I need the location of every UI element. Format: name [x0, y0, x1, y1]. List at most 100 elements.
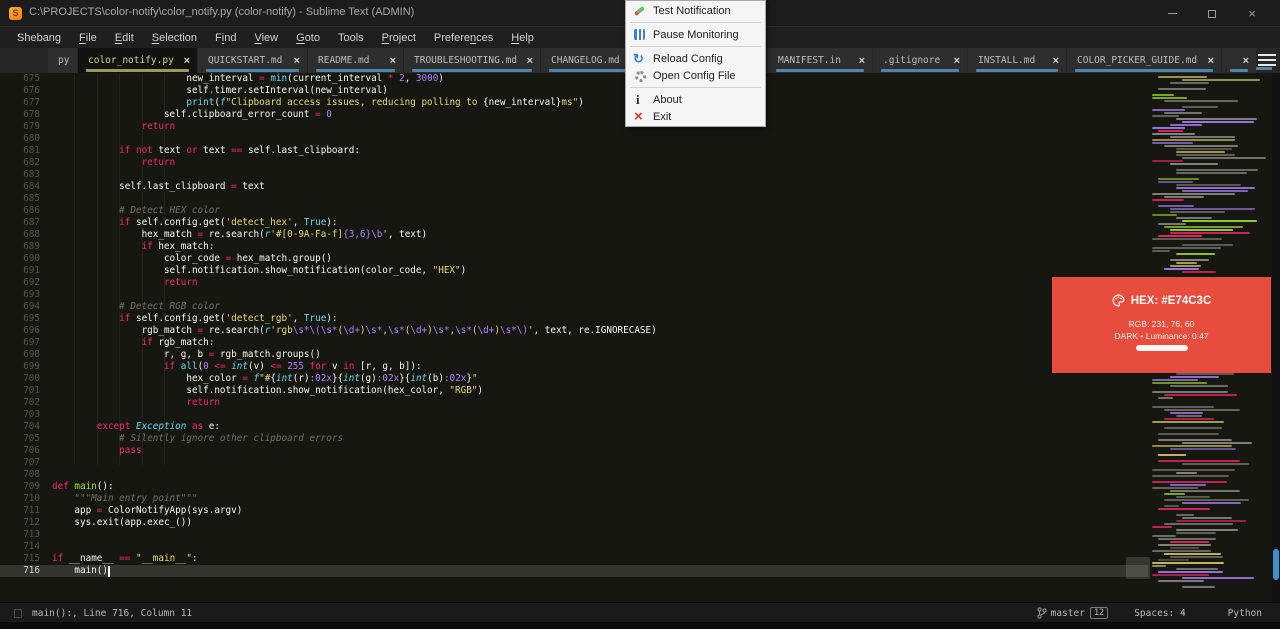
menu-item-label: Exit — [653, 110, 672, 123]
color-notification-toast[interactable]: HEX: #E74C3C RGB: 231, 76, 60 DARK • Lum… — [1052, 277, 1271, 373]
text-caret — [108, 566, 110, 577]
code-line-698[interactable]: 698 r, g, b = rgb_match.groups() — [0, 349, 1148, 361]
code-line-676[interactable]: 676 self.timer.setInterval(new_interval) — [0, 85, 1148, 97]
code-line-678[interactable]: 678 self.clipboard_error_count = 0 — [0, 109, 1148, 121]
code-line-682[interactable]: 682 return — [0, 157, 1148, 169]
tab-close-icon[interactable]: × — [954, 55, 960, 67]
menu-project[interactable]: Project — [373, 32, 425, 44]
minimap-viewport-puck[interactable] — [1126, 557, 1150, 579]
menu-preferences[interactable]: Preferences — [425, 32, 502, 44]
menu-file[interactable]: File — [70, 32, 106, 44]
tab-close-icon[interactable]: × — [1208, 55, 1214, 67]
menu-item-label: Test Notification — [653, 4, 731, 17]
menu-edit[interactable]: Edit — [106, 32, 143, 44]
code-line-702[interactable]: 702 return — [0, 397, 1148, 409]
tab-close-icon[interactable]: × — [527, 55, 533, 67]
code-line-693[interactable]: 693 — [0, 289, 1148, 301]
code-line-684[interactable]: 684 self.last_clipboard = text — [0, 181, 1148, 193]
menu-item-test-notification[interactable]: Test Notification — [626, 2, 765, 19]
code-text: main() — [74, 565, 108, 576]
menu-item-reload-config[interactable]: Reload Config — [626, 50, 765, 67]
tab-close-icon[interactable]: × — [184, 55, 190, 67]
code-line-679[interactable]: 679 return — [0, 121, 1148, 133]
menu-item-about[interactable]: About — [626, 91, 765, 108]
git-branch[interactable]: master 12 — [1037, 607, 1109, 619]
tab-troubleshooting-md[interactable]: TROUBLESHOOTING.md × — [404, 48, 540, 73]
code-line-691[interactable]: 691 self.notification.show_notification(… — [0, 265, 1148, 277]
minimap-line — [1176, 568, 1218, 570]
indentation-status[interactable]: Spaces: 4 — [1134, 608, 1185, 619]
maximize-button[interactable] — [1192, 0, 1232, 27]
code-line-716[interactable]: 716 main() — [0, 565, 1148, 577]
tab-blank[interactable]: × — [1222, 48, 1256, 73]
menu-shebang[interactable]: Shebang — [8, 32, 70, 44]
syntax-status[interactable]: Python — [1228, 608, 1262, 619]
code-line-700[interactable]: 700 hex_color = f"#{int(r):02x}{int(g):0… — [0, 373, 1148, 385]
code-line-712[interactable]: 712 sys.exit(app.exec_()) — [0, 517, 1148, 529]
code-line-685[interactable]: 685 — [0, 193, 1148, 205]
code-line-707[interactable]: 707 — [0, 457, 1148, 469]
menu-find[interactable]: Find — [206, 32, 245, 44]
minimap-line — [1152, 214, 1177, 216]
tab-close-icon[interactable]: × — [390, 55, 396, 67]
menu-view[interactable]: View — [245, 32, 287, 44]
tab-color-picker-guide-md[interactable]: COLOR_PICKER_GUIDE.md × — [1067, 48, 1221, 73]
code-line-710[interactable]: 710 """Main entry point""" — [0, 493, 1148, 505]
tab-quickstart-md[interactable]: QUICKSTART.md × — [198, 48, 307, 73]
code-line-701[interactable]: 701 self.notification.show_notification(… — [0, 385, 1148, 397]
close-button[interactable]: × — [1232, 0, 1272, 27]
tab-close-icon[interactable]: × — [859, 55, 865, 67]
code-line-692[interactable]: 692 return — [0, 277, 1148, 289]
tab-close-icon[interactable]: × — [1243, 55, 1249, 67]
code-line-697[interactable]: 697 if rgb_match: — [0, 337, 1148, 349]
code-line-683[interactable]: 683 — [0, 169, 1148, 181]
cursor-position-status[interactable]: main():, Line 716, Column 11 — [32, 608, 192, 619]
code-line-681[interactable]: 681 if not text or text == self.last_cli… — [0, 145, 1148, 157]
code-line-687[interactable]: 687 if self.config.get('detect_hex', Tru… — [0, 217, 1148, 229]
menu-tools[interactable]: Tools — [329, 32, 373, 44]
minimize-button[interactable] — [1152, 0, 1192, 27]
code-line-703[interactable]: 703 — [0, 409, 1148, 421]
code-line-677[interactable]: 677 print(f"Clipboard access issues, red… — [0, 97, 1148, 109]
menu-item-open-config-file[interactable]: Open Config File — [626, 67, 765, 84]
tab-close-icon[interactable]: × — [1053, 55, 1059, 67]
menu-goto[interactable]: Goto — [287, 32, 329, 44]
minimap-line — [1152, 247, 1221, 249]
tab-py[interactable]: py — [48, 48, 77, 73]
tab-readme-md[interactable]: README.md × — [308, 48, 403, 73]
code-line-675[interactable]: 675 new_interval = min(current_interval … — [0, 73, 1148, 85]
code-line-706[interactable]: 706 pass — [0, 445, 1148, 457]
code-line-696[interactable]: 696 rgb_match = re.search(r'rgb\s*\(\s*(… — [0, 325, 1148, 337]
tab-overflow-icon[interactable] — [1258, 54, 1276, 67]
scrollbar-thumb[interactable] — [1273, 549, 1279, 580]
code-line-689[interactable]: 689 if hex_match: — [0, 241, 1148, 253]
minimap-line — [1170, 490, 1240, 492]
code-line-686[interactable]: 686 # Detect HEX color — [0, 205, 1148, 217]
tab-color-notify-py[interactable]: color_notify.py × — [78, 48, 197, 73]
code-line-705[interactable]: 705 # Silently ignore other clipboard er… — [0, 433, 1148, 445]
code-line-708[interactable]: 708 — [0, 469, 1148, 481]
scrollbar-track[interactable] — [1272, 73, 1280, 602]
tab-close-icon[interactable]: × — [294, 55, 300, 67]
code-lines[interactable]: 675 new_interval = min(current_interval … — [0, 73, 1148, 577]
code-line-694[interactable]: 694 # Detect RGB color — [0, 301, 1148, 313]
code-line-699[interactable]: 699 if all(0 <= int(v) <= 255 for v in [… — [0, 361, 1148, 373]
code-line-680[interactable]: 680 — [0, 133, 1148, 145]
menu-item-exit[interactable]: Exit — [626, 108, 765, 125]
code-line-715[interactable]: 715 if __name__ == "__main__": — [0, 553, 1148, 565]
code-line-709[interactable]: 709 def main(): — [0, 481, 1148, 493]
menu-help[interactable]: Help — [502, 32, 543, 44]
code-text: def main(): — [52, 481, 114, 492]
menu-item-pause-monitoring[interactable]: Pause Monitoring — [626, 26, 765, 43]
menu-selection[interactable]: Selection — [143, 32, 206, 44]
code-line-704[interactable]: 704 except Exception as e: — [0, 421, 1148, 433]
code-line-713[interactable]: 713 — [0, 529, 1148, 541]
code-line-714[interactable]: 714 — [0, 541, 1148, 553]
tab-manifest-in[interactable]: MANIFEST.in × — [768, 48, 872, 73]
code-line-695[interactable]: 695 if self.config.get('detect_rgb', Tru… — [0, 313, 1148, 325]
code-line-688[interactable]: 688 hex_match = re.search(r'#[0-9A-Fa-f]… — [0, 229, 1148, 241]
tab-gitignore[interactable]: .gitignore × — [873, 48, 967, 73]
code-line-690[interactable]: 690 color_code = hex_match.group() — [0, 253, 1148, 265]
code-line-711[interactable]: 711 app = ColorNotifyApp(sys.argv) — [0, 505, 1148, 517]
tab-install-md[interactable]: INSTALL.md × — [968, 48, 1066, 73]
